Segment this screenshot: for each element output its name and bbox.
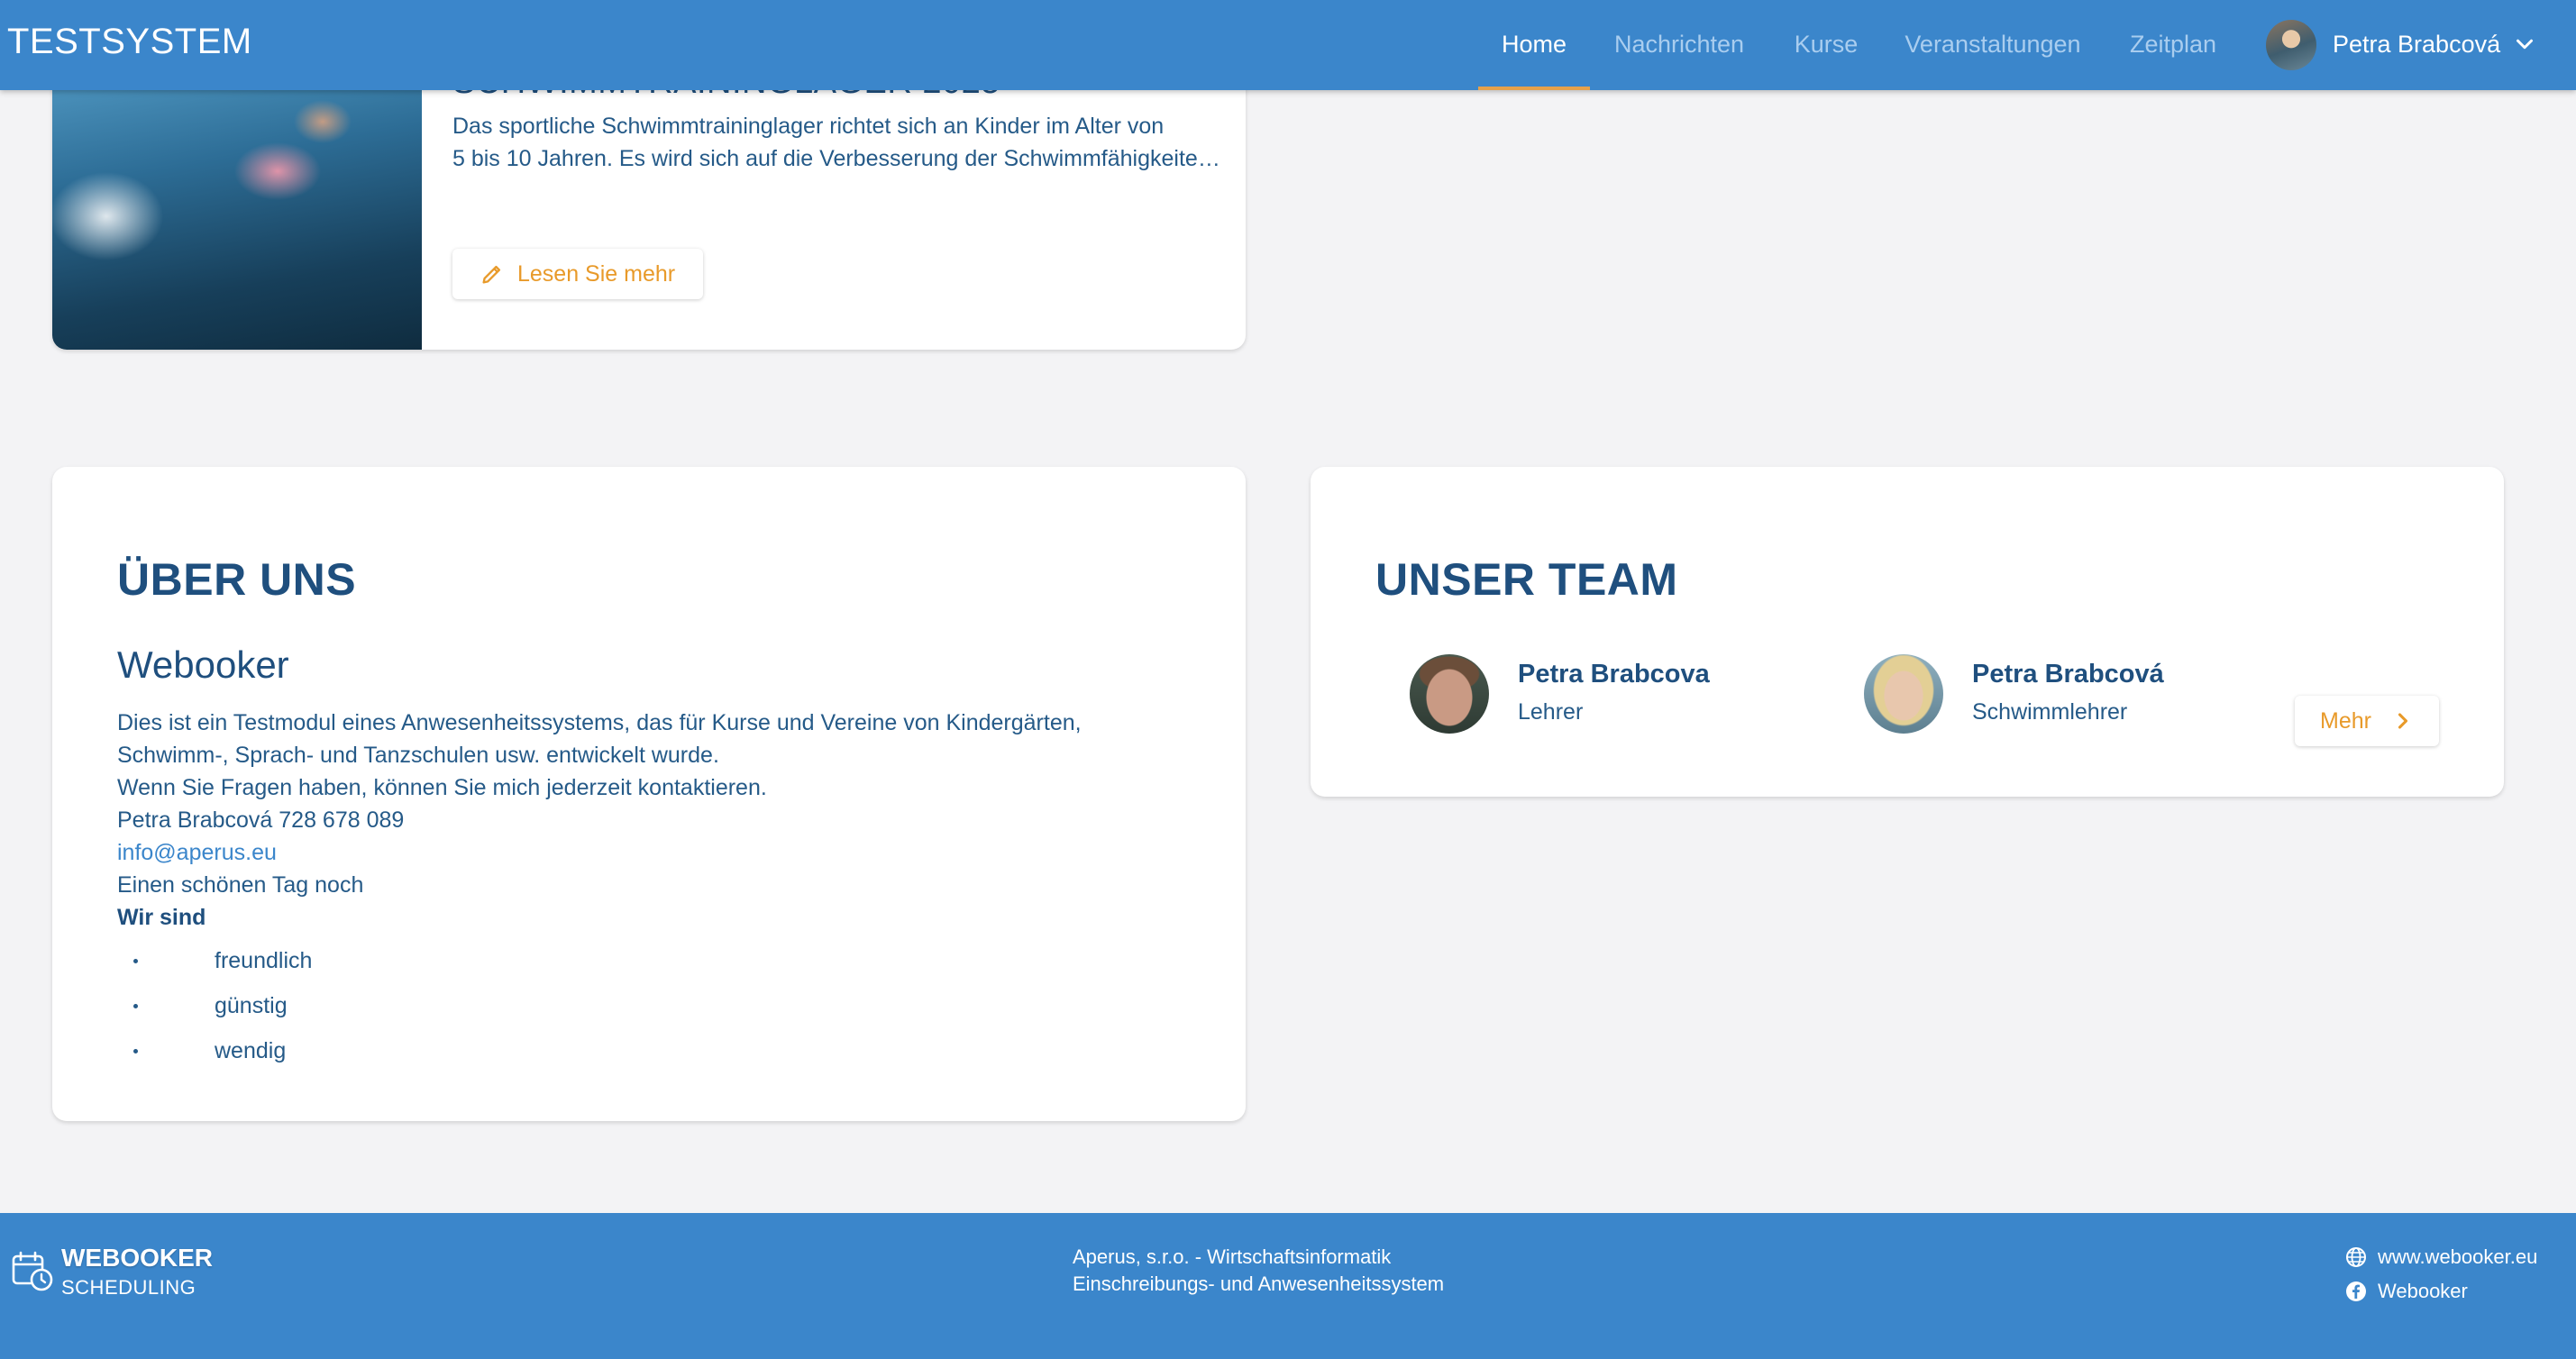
nav-zeitplan[interactable]: Zeitplan bbox=[2118, 0, 2228, 90]
about-subtitle: Webooker bbox=[117, 643, 289, 686]
more-label: Mehr bbox=[2320, 708, 2371, 734]
member-avatar bbox=[1864, 654, 1943, 734]
team-title: UNSER TEAM bbox=[1375, 554, 1678, 605]
footer: WEBOOKER SCHEDULING Aperus, s.r.o. - Wir… bbox=[0, 1213, 2576, 1359]
footer-company-info: Aperus, s.r.o. - Wirtschaftsinformatik E… bbox=[1073, 1244, 1444, 1298]
nav-kurse[interactable]: Kurse bbox=[1783, 0, 1869, 90]
member-avatar bbox=[1410, 654, 1489, 734]
globe-icon bbox=[2346, 1247, 2366, 1267]
brand-logo[interactable]: TESTSYSTEM bbox=[7, 22, 252, 62]
member-name: Petra Brabcova bbox=[1518, 660, 1710, 689]
footer-company: Aperus, s.r.o. - Wirtschaftsinformatik bbox=[1073, 1245, 1392, 1268]
list-item-text: günstig bbox=[215, 993, 288, 1018]
member-name: Petra Brabcová bbox=[1972, 660, 2164, 689]
calendar-clock-icon bbox=[12, 1251, 53, 1291]
nav-nachrichten[interactable]: Nachrichten bbox=[1604, 0, 1754, 90]
about-line: Petra Brabcová 728 678 089 bbox=[117, 807, 405, 833]
chevron-down-icon[interactable] bbox=[2511, 31, 2538, 58]
about-list-title: Wir sind bbox=[117, 905, 206, 930]
footer-brand-subtitle: SCHEDULING bbox=[61, 1276, 196, 1299]
facebook-icon bbox=[2346, 1281, 2366, 1301]
list-item-text: freundlich bbox=[215, 948, 313, 973]
news-excerpt-line: 5 bis 10 Jahren. Es wird sich auf die Ve… bbox=[452, 146, 1228, 171]
top-navigation-bar: TESTSYSTEM Home Nachrichten Kurse Verans… bbox=[0, 0, 2576, 90]
about-line: Dies ist ein Testmodul eines Anwesenheit… bbox=[117, 710, 1082, 735]
nav-home[interactable]: Home bbox=[1478, 0, 1590, 90]
about-line: Schwimm-, Sprach- und Tanzschulen usw. e… bbox=[117, 743, 719, 768]
footer-facebook-text: Webooker bbox=[2378, 1280, 2468, 1302]
pencil-icon bbox=[482, 265, 501, 284]
footer-website-text: www.webooker.eu bbox=[2378, 1245, 2538, 1268]
chevron-right-icon bbox=[2398, 713, 2408, 729]
about-text: Dies ist ein Testmodul eines Anwesenheit… bbox=[117, 707, 1082, 934]
member-role: Lehrer bbox=[1518, 699, 1584, 725]
news-excerpt-line: Das sportliche Schwimmtraininglager rich… bbox=[452, 114, 1165, 139]
read-more-label: Lesen Sie mehr bbox=[517, 261, 676, 287]
email-link[interactable]: info@aperus.eu bbox=[117, 836, 1082, 869]
user-name: Petra Brabcová bbox=[2333, 31, 2501, 58]
member-role: Schwimmlehrer bbox=[1972, 699, 2128, 725]
list-item-text: wendig bbox=[215, 1038, 287, 1063]
nav-veranstaltungen[interactable]: Veranstaltungen bbox=[1896, 0, 2089, 90]
user-avatar bbox=[2266, 20, 2316, 70]
bullet bbox=[133, 1049, 138, 1053]
about-closing: Einen schönen Tag noch bbox=[117, 872, 364, 898]
about-title: ÜBER UNS bbox=[117, 554, 357, 605]
bullet bbox=[133, 1004, 138, 1008]
footer-brand: WEBOOKER bbox=[61, 1244, 213, 1272]
about-line: Wenn Sie Fragen haben, können Sie mich j… bbox=[117, 775, 767, 800]
more-button[interactable]: Mehr bbox=[2295, 696, 2439, 746]
bullet bbox=[133, 959, 138, 963]
team-card: UNSER TEAM Petra Brabcova Lehrer Petra B… bbox=[1311, 467, 2504, 797]
about-card: ÜBER UNS Webooker Dies ist ein Testmodul… bbox=[52, 467, 1246, 1121]
news-excerpt: Das sportliche Schwimmtraininglager rich… bbox=[452, 110, 1228, 175]
footer-tagline: Einschreibungs- und Anwesenheitssystem bbox=[1073, 1272, 1445, 1295]
read-more-button[interactable]: Lesen Sie mehr bbox=[452, 249, 703, 299]
